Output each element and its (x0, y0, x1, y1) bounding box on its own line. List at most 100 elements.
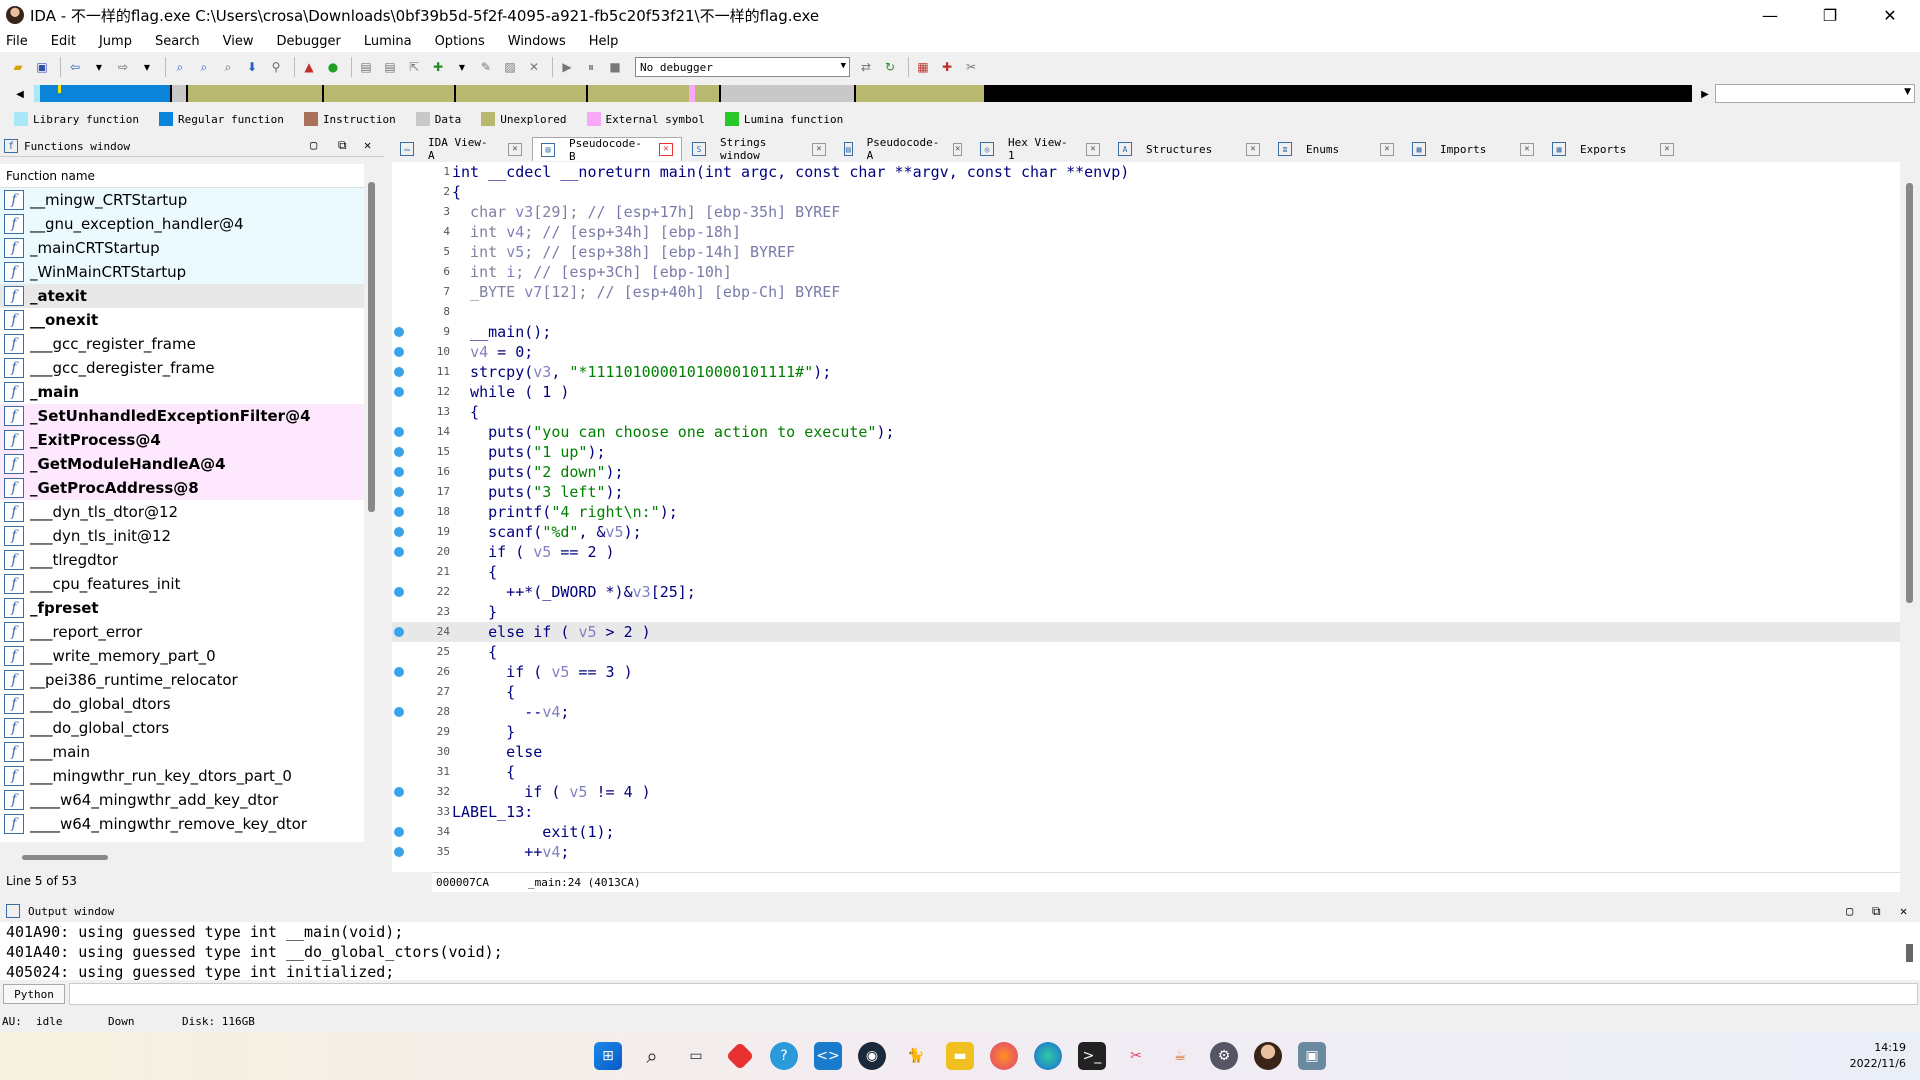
code-gutter[interactable] (392, 802, 412, 822)
function-row[interactable]: f __onexit (0, 308, 364, 332)
cross-ref-icon[interactable]: ⚲ (266, 57, 286, 77)
code-line[interactable]: 4 int v4; // [esp+34h] [ebp-18h] (392, 222, 1900, 242)
code-gutter[interactable] (392, 502, 412, 522)
function-row[interactable]: f ___write_memory_part_0 (0, 644, 364, 668)
function-row[interactable]: f _mainCRTStartup (0, 236, 364, 260)
java-icon[interactable]: ☕ (1166, 1042, 1194, 1070)
function-row[interactable]: f ___gcc_register_frame (0, 332, 364, 356)
close-tab-icon[interactable]: ✕ (659, 143, 673, 156)
breakpoint-dot-icon[interactable] (394, 667, 404, 677)
graph-icon[interactable]: ▲ (299, 57, 319, 77)
windows-start-icon[interactable]: ⊞ (594, 1042, 622, 1070)
code-gutter[interactable] (392, 582, 412, 602)
code-line[interactable]: 35 ++v4; (392, 842, 1900, 862)
code-gutter[interactable] (392, 842, 412, 862)
close-pane-icon[interactable]: ✕ (1900, 904, 1907, 918)
code-line[interactable]: 7 _BYTE v7[12]; // [esp+40h] [ebp-Ch] BY… (392, 282, 1900, 302)
code-gutter[interactable] (392, 462, 412, 482)
breakpoint-dot-icon[interactable] (394, 467, 404, 477)
nav-address-select[interactable]: ▼ (1715, 84, 1915, 103)
code-line[interactable]: 2{ (392, 182, 1900, 202)
breakpoint-dot-icon[interactable] (394, 447, 404, 457)
close-tab-icon[interactable]: ✕ (1520, 142, 1534, 156)
tab-pseudocode-a[interactable]: ▤ Pseudocode-A ✕ (836, 136, 970, 162)
code-line[interactable]: 19 scanf("%d", &v5); (392, 522, 1900, 542)
function-row[interactable]: f _fpreset (0, 596, 364, 620)
snipping-icon[interactable]: ✂ (1122, 1042, 1150, 1070)
code-gutter[interactable] (392, 162, 412, 182)
terminal-icon[interactable]: >_ (1078, 1042, 1106, 1070)
app-terminal-icon[interactable]: ▣ (1298, 1042, 1326, 1070)
code-line[interactable]: 8 (392, 302, 1900, 322)
function-row[interactable]: f ___cpu_features_init (0, 572, 364, 596)
function-row[interactable]: f __mingw_CRTStartup (0, 188, 364, 212)
code-line[interactable]: 26 if ( v5 == 3 ) (392, 662, 1900, 682)
float-pane-icon[interactable]: ⧉ (338, 138, 347, 153)
breakpoint-dot-icon[interactable] (394, 827, 404, 837)
forward-dropdown-icon[interactable]: ▼ (137, 57, 157, 77)
function-row[interactable]: f ___dyn_tls_dtor@12 (0, 500, 364, 524)
code-line[interactable]: 23 } (392, 602, 1900, 622)
code-gutter[interactable] (392, 202, 412, 222)
struct-icon[interactable]: ▤ (380, 57, 400, 77)
task-view-icon[interactable]: ▭ (682, 1042, 710, 1070)
tab-hex-view-1[interactable]: ◎ Hex View-1 ✕ (972, 136, 1108, 162)
close-tab-icon[interactable]: ✕ (812, 142, 826, 156)
breakpoint-dot-icon[interactable] (394, 427, 404, 437)
tab-imports[interactable]: ▦ Imports ✕ (1404, 137, 1542, 161)
function-row[interactable]: f ___dyn_tls_init@12 (0, 524, 364, 548)
breakpoint-dot-icon[interactable] (394, 367, 404, 377)
function-row[interactable]: f ___main (0, 740, 364, 764)
code-line[interactable]: 10 v4 = 0; (392, 342, 1900, 362)
menu-windows[interactable]: Windows (508, 34, 566, 49)
breakpoint-dot-icon[interactable] (394, 627, 404, 637)
settings-icon[interactable]: ⚙ (1210, 1042, 1238, 1070)
code-gutter[interactable] (392, 782, 412, 802)
function-row[interactable]: f ___report_error (0, 620, 364, 644)
function-row[interactable]: f _GetModuleHandleA@4 (0, 452, 364, 476)
close-tab-icon[interactable]: ✕ (508, 142, 522, 156)
breakpoints-icon[interactable]: ▦ (913, 57, 933, 77)
breakpoint-dot-icon[interactable] (394, 347, 404, 357)
picture-icon[interactable]: ▨ (500, 57, 520, 77)
code-gutter[interactable] (392, 282, 412, 302)
tab-enums[interactable]: ≣ Enums ✕ (1270, 137, 1402, 161)
forward-icon[interactable]: ⇨ (113, 57, 133, 77)
attach-icon[interactable]: ⇄ (856, 57, 876, 77)
search-text-icon[interactable]: ⌕ (170, 57, 190, 77)
debugger-select[interactable]: No debugger ▼ (635, 57, 850, 77)
code-line[interactable]: 6 int i; // [esp+3Ch] [ebp-10h] (392, 262, 1900, 282)
column-header-function-name[interactable]: Function name (0, 164, 364, 188)
app-dark-icon[interactable]: ◉ (858, 1042, 886, 1070)
menu-file[interactable]: File (6, 34, 28, 49)
tab-ida-view-a[interactable]: ▭ IDA View-A ✕ (392, 136, 530, 162)
delete-icon[interactable]: ✕ (524, 57, 544, 77)
code-line[interactable]: 15 puts("1 up"); (392, 442, 1900, 462)
code-line[interactable]: 16 puts("2 down"); (392, 462, 1900, 482)
code-line[interactable]: 13 { (392, 402, 1900, 422)
function-row[interactable]: f ___do_global_ctors (0, 716, 364, 740)
breakpoint-dot-icon[interactable] (394, 387, 404, 397)
restore-button[interactable]: ❐ (1800, 0, 1860, 30)
code-gutter[interactable] (392, 662, 412, 682)
code-gutter[interactable] (392, 742, 412, 762)
code-gutter[interactable] (392, 822, 412, 842)
function-row[interactable]: f _main (0, 380, 364, 404)
code-line[interactable]: 25 { (392, 642, 1900, 662)
help-app-icon[interactable]: ? (770, 1042, 798, 1070)
code-line[interactable]: 22 ++*(_DWORD *)&v3[25]; (392, 582, 1900, 602)
function-row[interactable]: f ___gcc_deregister_frame (0, 356, 364, 380)
menu-view[interactable]: View (223, 34, 254, 49)
clock[interactable]: 14:19 2022/11/6 (1850, 1040, 1906, 1072)
breakpoint-dot-icon[interactable] (394, 707, 404, 717)
code-line[interactable]: 30 else (392, 742, 1900, 762)
close-button[interactable]: ✕ (1860, 0, 1920, 30)
code-line[interactable]: 24 else if ( v5 > 2 ) (392, 622, 1900, 642)
breakpoint-dot-icon[interactable] (394, 487, 404, 497)
horizontal-scrollbar[interactable] (22, 855, 108, 860)
close-tab-icon[interactable]: ✕ (1660, 142, 1674, 156)
search-binary-icon[interactable]: ⌕ (194, 57, 214, 77)
code-line[interactable]: 12 while ( 1 ) (392, 382, 1900, 402)
code-gutter[interactable] (392, 402, 412, 422)
code-line[interactable]: 1 int __cdecl __noreturn main(int argc, c… (392, 162, 1900, 182)
